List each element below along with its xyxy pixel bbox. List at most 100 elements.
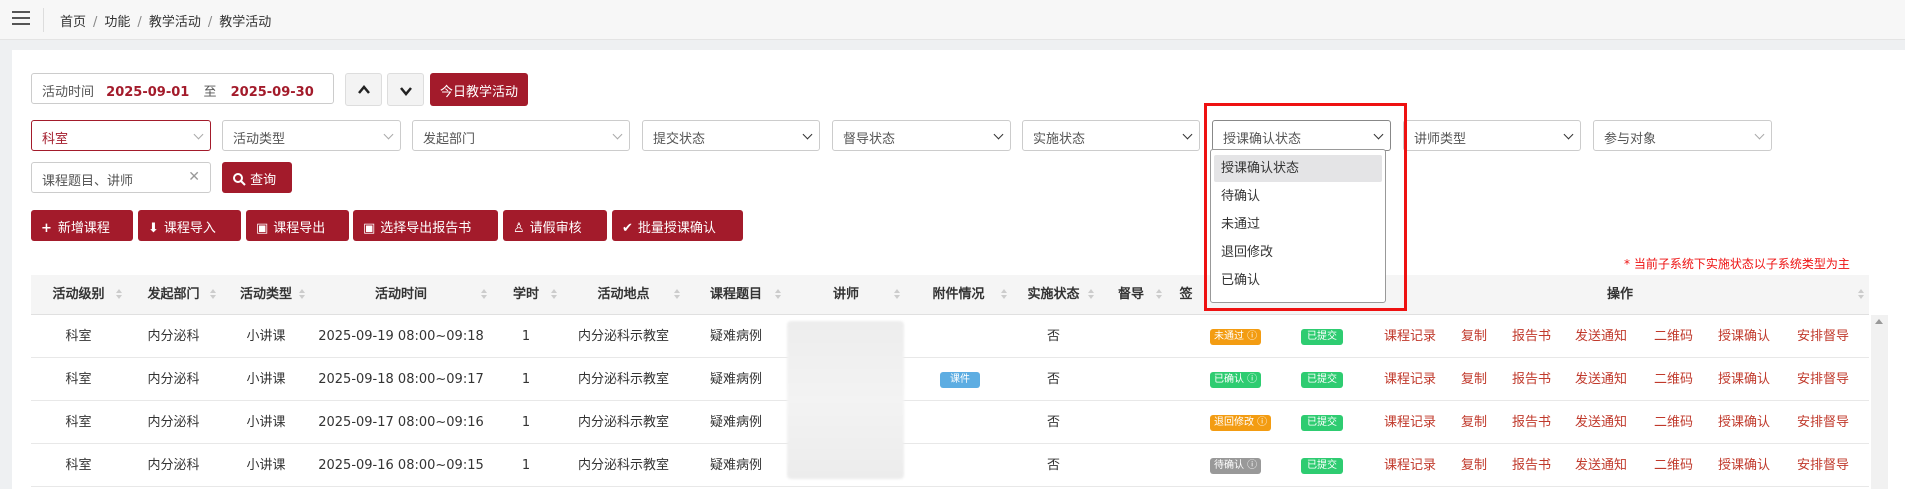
op-link[interactable]: 报告书 [1512,358,1551,401]
breadcrumb: 首页 / 功能 / 教学活动 / 教学活动 [60,15,272,30]
prev-month-button[interactable] [345,73,382,106]
col-time[interactable]: 活动时间 [311,275,491,315]
scroll-up-icon[interactable] [1875,319,1883,324]
chevron-down-icon [1182,129,1193,140]
col-dept[interactable]: 发起部门 [126,275,221,315]
op-link[interactable]: 课程记录 [1384,401,1436,444]
op-link[interactable]: 发送通知 [1575,444,1627,487]
top-bar: 首页 / 功能 / 教学活动 / 教学活动 [0,0,1905,40]
batch-confirm-button[interactable]: ✔ 批量授课确认 [612,210,743,241]
col-impl[interactable]: 实施状态 [1011,275,1096,315]
sort-icon[interactable] [1858,289,1864,300]
op-link[interactable]: 授课确认 [1718,358,1770,401]
activity-type-select[interactable]: 活动类型 [222,120,401,151]
cell-type: 小讲课 [246,372,286,387]
op-link[interactable]: 二维码 [1654,315,1693,358]
col-sign[interactable]: 签 [1166,275,1206,315]
breadcrumb-current: 教学活动 [219,15,272,30]
col-lecturer[interactable]: 讲师 [786,275,906,315]
participants-select[interactable]: 参与对象 [1593,120,1772,151]
op-link[interactable]: 授课确认 [1718,315,1770,358]
op-link[interactable]: 报告书 [1512,401,1551,444]
add-course-button[interactable]: + 新增课程 [31,210,133,241]
supervise-status-select[interactable]: 督导状态 [832,120,1011,151]
col-hours[interactable]: 学时 [491,275,561,315]
confirm-status-badge: 未通过 ⓘ [1210,329,1262,345]
divider [43,8,44,32]
col-attach[interactable]: 附件情况 [906,275,1011,315]
user-icon: ♙ [513,221,525,236]
op-link[interactable]: 课程记录 [1384,444,1436,487]
menu-icon[interactable] [12,11,30,25]
import-course-button[interactable]: ⬇ 课程导入 [138,210,241,241]
op-link[interactable]: 复制 [1461,401,1487,444]
query-button[interactable]: 查询 [222,162,292,193]
today-activity-button[interactable]: 今日教学活动 [430,73,529,106]
op-link[interactable]: 授课确认 [1718,444,1770,487]
op-link[interactable]: 发送通知 [1575,358,1627,401]
op-link[interactable]: 安排督导 [1797,401,1849,444]
op-link[interactable]: 报告书 [1512,444,1551,487]
op-link[interactable]: 报告书 [1512,315,1551,358]
origin-dept-select[interactable]: 发起部门 [412,120,630,151]
date-sep: 至 [203,85,217,100]
cell-place: 内分泌科示教室 [577,458,669,473]
op-link[interactable]: 发送通知 [1575,315,1627,358]
cell-time: 2025-09-17 08:00~09:16 [318,415,484,430]
confirm-status-badge: 退回修改 ⓘ [1210,415,1272,431]
op-link[interactable]: 二维码 [1654,444,1693,487]
attach-badge[interactable]: 课件 [940,372,980,388]
chevron-down-icon [383,129,394,140]
origin-dept-value: 发起部门 [423,132,476,147]
cell-title: 疑难病例 [709,415,762,430]
dept-select[interactable]: 科室 [31,120,211,151]
sort-icon [481,289,487,300]
breadcrumb-teaching[interactable]: 教学活动 [149,15,201,30]
op-link[interactable]: 复制 [1461,444,1487,487]
supervise-status-value: 督导状态 [843,132,896,147]
op-link[interactable]: 安排督导 [1797,358,1849,401]
op-link[interactable]: 复制 [1461,315,1487,358]
date-range-field[interactable]: 活动时间 2025-09-01 至 2025-09-30 [31,73,334,104]
op-link[interactable]: 二维码 [1654,401,1693,444]
keyword-input[interactable]: 课程题目、讲师 ✕ [31,162,211,193]
scrollbar[interactable] [1871,315,1888,489]
cell-level: 科室 [65,415,92,430]
lecturer-redacted [787,321,904,479]
submit-status-select[interactable]: 提交状态 [642,120,820,151]
breadcrumb-function[interactable]: 功能 [104,15,130,30]
col-title[interactable]: 课程题目 [686,275,786,315]
date-to[interactable]: 2025-09-30 [231,85,314,100]
leave-review-button[interactable]: ♙ 请假审核 [503,210,607,241]
op-link[interactable]: 安排督导 [1797,444,1849,487]
clear-icon[interactable]: ✕ [188,169,200,185]
cell-dept: 内分泌科 [147,458,200,473]
op-link[interactable]: 课程记录 [1384,315,1436,358]
next-month-button[interactable] [387,73,424,106]
cell-hours: 1 [521,458,531,473]
submit-status-badge: 已提交 [1301,329,1343,345]
export-report-button[interactable]: ▣ 选择导出报告书 [353,210,498,241]
col-supervise[interactable]: 督导 [1096,275,1166,315]
search-icon [233,173,246,186]
chevron-down-icon [993,129,1004,140]
op-link[interactable]: 发送通知 [1575,401,1627,444]
op-link[interactable]: 二维码 [1654,358,1693,401]
confirm-status-badge: 已确认 ⓘ [1210,372,1262,388]
breadcrumb-home[interactable]: 首页 [60,15,86,30]
col-level[interactable]: 活动级别 [31,275,126,315]
cell-hours: 1 [521,329,531,344]
date-from[interactable]: 2025-09-01 [106,85,189,100]
col-type[interactable]: 活动类型 [221,275,311,315]
impl-status-select[interactable]: 实施状态 [1022,120,1200,151]
lecturer-type-select[interactable]: 讲师类型 [1403,120,1581,151]
export-course-button[interactable]: ▣ 课程导出 [246,210,349,241]
col-place[interactable]: 活动地点 [561,275,686,315]
op-link[interactable]: 安排督导 [1797,315,1849,358]
leave-review-label: 请假审核 [529,221,582,236]
op-link[interactable]: 课程记录 [1384,358,1436,401]
sort-icon [674,289,680,300]
cell-type: 小讲课 [246,329,286,344]
op-link[interactable]: 复制 [1461,358,1487,401]
op-link[interactable]: 授课确认 [1718,401,1770,444]
